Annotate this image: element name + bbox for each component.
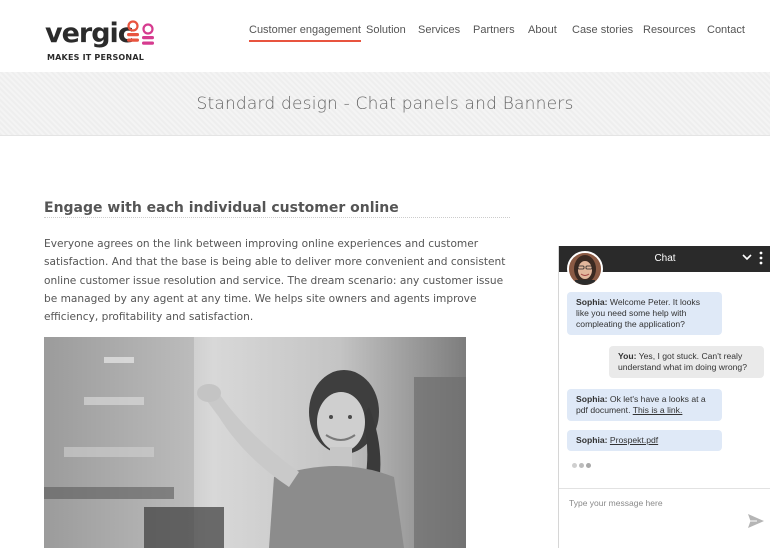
nav-services[interactable]: Services xyxy=(418,22,460,38)
chat-message-agent: Sophia: Welcome Peter. It looks like you… xyxy=(567,292,722,335)
hero-photo-illustration xyxy=(44,337,466,548)
nav-solution[interactable]: Solution xyxy=(366,22,406,38)
main-nav: Customer engagement Solution Services Pa… xyxy=(0,22,770,46)
nav-about[interactable]: About xyxy=(528,22,557,38)
agent-portrait xyxy=(569,253,601,285)
typing-indicator xyxy=(572,463,596,469)
typing-dot xyxy=(586,463,591,468)
nav-case-stories[interactable]: Case stories xyxy=(572,22,633,38)
logo-tagline: MAKES IT PERSONAL xyxy=(47,53,145,62)
nav-contact[interactable]: Contact xyxy=(707,22,745,38)
send-icon[interactable] xyxy=(747,513,765,529)
chat-message-agent: Sophia: Ok let's have a looks at a pdf d… xyxy=(567,389,722,421)
message-sender: You: xyxy=(618,351,637,361)
chat-composer xyxy=(559,488,770,548)
message-sender: Sophia: xyxy=(576,297,608,307)
nav-customer-engagement[interactable]: Customer engagement xyxy=(249,22,361,42)
site-header: vergic MAKES IT PERSONAL Customer engage… xyxy=(0,0,770,72)
typing-dot xyxy=(572,463,577,468)
agent-avatar xyxy=(567,251,603,287)
message-link[interactable]: This is a link. xyxy=(633,405,683,415)
chat-message-user: You: Yes, I got stuck. Can't realy under… xyxy=(609,346,764,378)
nav-resources[interactable]: Resources xyxy=(643,22,696,38)
page-title: Standard design - Chat panels and Banner… xyxy=(196,94,574,114)
hero-photo xyxy=(44,337,466,548)
chat-message-attachment: Sophia: Prospekt.pdf xyxy=(567,430,722,451)
section-heading: Engage with each individual customer onl… xyxy=(44,200,399,216)
active-indicator xyxy=(249,40,361,42)
intro-paragraph: Everyone agrees on the link between impr… xyxy=(44,238,506,324)
pdf-attachment-link[interactable]: Prospekt.pdf xyxy=(610,435,658,445)
typing-dot xyxy=(579,463,584,468)
heading-divider xyxy=(44,217,510,218)
chat-panel: Chat Sophia: Welcome Peter. It looks lik… xyxy=(558,246,770,548)
message-text: Yes, I got stuck. Can't realy understand… xyxy=(618,351,747,372)
more-vertical-icon[interactable] xyxy=(757,251,765,265)
nav-label: Customer engagement xyxy=(249,24,361,36)
page-banner: Standard design - Chat panels and Banner… xyxy=(0,72,770,136)
message-sender: Sophia: xyxy=(576,435,608,445)
chat-message-input[interactable] xyxy=(569,496,739,510)
nav-partners[interactable]: Partners xyxy=(473,22,515,38)
message-sender: Sophia: xyxy=(576,394,608,404)
chevron-down-icon[interactable] xyxy=(741,251,753,263)
page: vergic MAKES IT PERSONAL Customer engage… xyxy=(0,0,770,548)
